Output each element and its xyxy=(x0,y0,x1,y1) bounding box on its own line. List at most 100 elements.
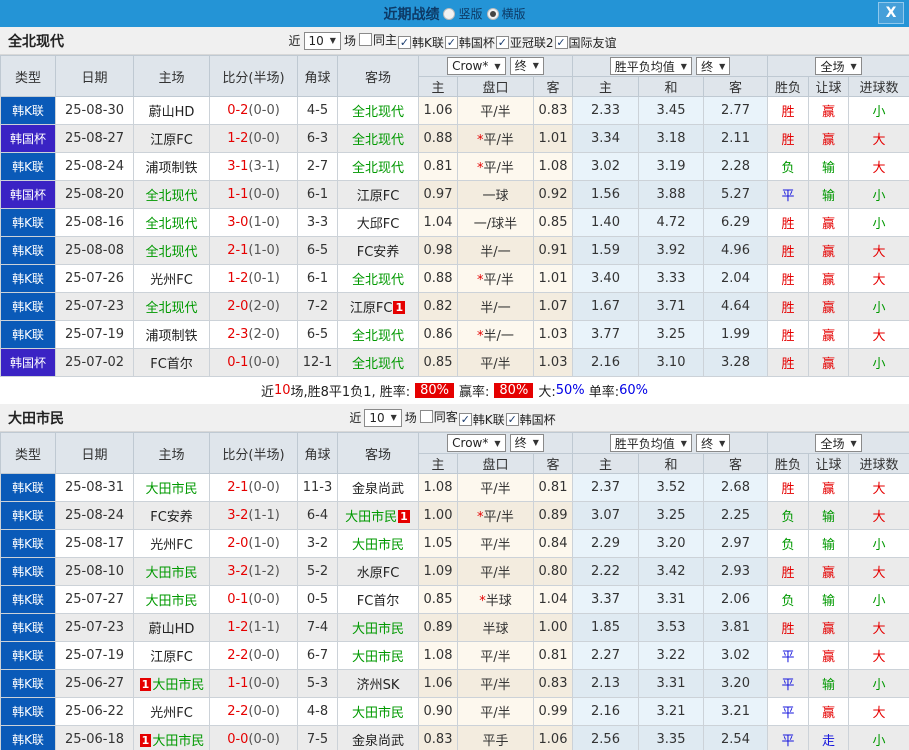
filter-checkbox[interactable]: ✓ 韩国杯 xyxy=(505,411,556,428)
corner-score: 6-1 xyxy=(297,180,338,209)
close-button[interactable]: X xyxy=(878,2,904,24)
home-team: 浦项制铁 xyxy=(133,152,210,181)
match-count-select[interactable]: 10 ▼ xyxy=(303,31,341,50)
halftime-score: (0-0) xyxy=(248,592,280,607)
filter-checkbox[interactable]: 同客 xyxy=(419,408,458,425)
away-team: 大田市民 xyxy=(337,697,419,726)
team-name-text: 大田市民 xyxy=(351,706,404,721)
odds-stage-select[interactable]: 终 ▼ xyxy=(509,433,544,452)
corner-score: 5-3 xyxy=(297,669,338,698)
odds-home: 0.88 xyxy=(418,264,458,293)
radio-vertical-layout[interactable]: 竖版 xyxy=(443,5,483,22)
matches-table-daejeon: 类型 日期 主场 比分(半场) 角球 客场 Crow* ▼ 终 ▼ 胜平负均值 ▼ 终… xyxy=(0,432,909,750)
filter-checkbox[interactable]: ✓ 韩K联 xyxy=(397,34,444,51)
avg-type-select[interactable]: 胜平负均值 ▼ xyxy=(609,434,692,452)
away-team: FC安养 xyxy=(337,236,419,265)
corner-score: 6-5 xyxy=(297,320,338,349)
avg-home: 1.67 xyxy=(572,292,639,321)
avg-home: 2.22 xyxy=(572,557,639,586)
fulltime-score: 2-2 xyxy=(227,648,249,663)
avg-type-value: 胜平负均值 xyxy=(614,436,675,451)
close-icon: X xyxy=(885,5,897,21)
odds-line: *平/半 xyxy=(457,501,534,530)
result-handicap: 走 xyxy=(808,725,850,750)
avg-away: 2.11 xyxy=(702,124,769,153)
halftime-score: (1-0) xyxy=(248,243,280,258)
match-row: 韩K联 25-08-16 全北现代 3-0(1-0) 3-3 大邱FC 1.04 一/球半 0.… xyxy=(0,208,909,237)
odds-home: 0.83 xyxy=(418,725,458,750)
corner-score: 12-1 xyxy=(297,348,338,377)
chevron-down-icon: ▼ xyxy=(680,438,687,448)
result-wdl: 胜 xyxy=(767,264,810,293)
scope-select[interactable]: 全场 ▼ xyxy=(815,434,862,452)
filter-checkbox[interactable]: ✓ 韩K联 xyxy=(458,411,505,428)
filter-checkbox[interactable]: ✓ 韩国杯 xyxy=(444,34,495,51)
league-badge: 韩K联 xyxy=(0,529,56,558)
col-header-corners: 角球 xyxy=(297,432,338,474)
home-team: 全北现代 xyxy=(133,292,210,321)
result-handicap: 输 xyxy=(808,669,850,698)
odds-line: 平/半 xyxy=(457,641,534,670)
match-count-value: 10 xyxy=(308,33,324,48)
match-date: 25-07-27 xyxy=(55,585,134,614)
match-date: 25-07-19 xyxy=(55,320,134,349)
odds-line: *半/一 xyxy=(457,320,534,349)
avg-draw: 3.19 xyxy=(638,152,704,181)
games-label: 场 xyxy=(404,411,417,425)
match-row: 韩K联 25-06-22 光州FC 2-2(0-0) 4-8 大田市民 0.90 平/半 0.9… xyxy=(0,697,909,726)
odds-line: 一/球半 xyxy=(457,208,534,237)
odds-source-select[interactable]: Crow* ▼ xyxy=(447,57,506,76)
section-header-jeonbuk: 全北现代 近 10 ▼ 场 同主 ✓ 韩K联 ✓ 韩国杯 ✓ 亚冠联2 ✓ 国际友谊 xyxy=(0,27,909,55)
team-name-text: 金泉尚武 xyxy=(351,734,404,749)
avg-stage-select[interactable]: 终 ▼ xyxy=(696,57,731,75)
odds-line: 半/一 xyxy=(457,236,534,265)
fulltime-score: 2-0 xyxy=(227,299,249,314)
result-goals: 大 xyxy=(848,124,909,153)
avg-stage-select[interactable]: 终 ▼ xyxy=(696,434,731,452)
radio-horizontal-layout[interactable]: 横版 xyxy=(486,5,526,22)
team-name-text: FC首尔 xyxy=(150,357,193,372)
match-date: 25-08-24 xyxy=(55,152,134,181)
odds-away: 0.89 xyxy=(533,501,573,530)
avg-home: 2.29 xyxy=(572,529,639,558)
avg-away: 2.97 xyxy=(702,529,769,558)
match-date: 25-08-27 xyxy=(55,124,134,153)
result-wdl: 平 xyxy=(767,697,810,726)
radio-checked-icon xyxy=(486,7,499,20)
avg-type-select[interactable]: 胜平负均值 ▼ xyxy=(609,57,692,75)
match-score: 3-2(1-2) xyxy=(209,557,298,586)
filter-checkbox[interactable]: 同主 xyxy=(358,31,397,48)
col-header-type: 类型 xyxy=(0,432,56,474)
result-wdl: 负 xyxy=(767,585,810,614)
odds-source-select[interactable]: Crow* ▼ xyxy=(447,434,506,453)
avg-draw: 3.42 xyxy=(638,557,704,586)
result-handicap: 赢 xyxy=(808,292,850,321)
scope-select[interactable]: 全场 ▼ xyxy=(815,57,862,75)
chevron-down-icon: ▼ xyxy=(719,61,726,71)
away-team: FC首尔 xyxy=(337,585,419,614)
result-handicap: 赢 xyxy=(808,236,850,265)
odds-home: 0.90 xyxy=(418,697,458,726)
odds-stage-select[interactable]: 终 ▼ xyxy=(509,56,544,75)
col-header-away: 客场 xyxy=(337,432,419,474)
corner-score: 4-8 xyxy=(297,697,338,726)
corner-score: 7-2 xyxy=(297,292,338,321)
odds-line: 平/半 xyxy=(457,557,534,586)
home-team: 全北现代 xyxy=(133,208,210,237)
result-handicap: 赢 xyxy=(808,641,850,670)
checkbox-label: 韩K联 xyxy=(411,35,444,50)
odds-home: 1.00 xyxy=(418,501,458,530)
sub-header-avg-draw: 和 xyxy=(638,76,704,97)
avg-home: 2.27 xyxy=(572,641,639,670)
avg-home: 3.07 xyxy=(572,501,639,530)
recent-results-panel: 近期战绩 竖版 横版 X 全北现代 近 10 ▼ 场 同主 ✓ 韩K联 ✓ 韩国杯 ✓ 亚冠… xyxy=(0,0,909,750)
filter-checkbox[interactable]: ✓ 亚冠联2 xyxy=(495,34,554,51)
result-handicap: 赢 xyxy=(808,697,850,726)
sub-header-odds-line: 盘口 xyxy=(457,76,534,97)
filter-checkbox[interactable]: ✓ 国际友谊 xyxy=(554,34,617,51)
sub-header-goals: 进球数 xyxy=(848,453,909,474)
match-count-select[interactable]: 10 ▼ xyxy=(364,408,402,427)
result-wdl: 胜 xyxy=(767,292,810,321)
avg-away: 2.68 xyxy=(702,473,769,502)
result-handicap: 输 xyxy=(808,529,850,558)
